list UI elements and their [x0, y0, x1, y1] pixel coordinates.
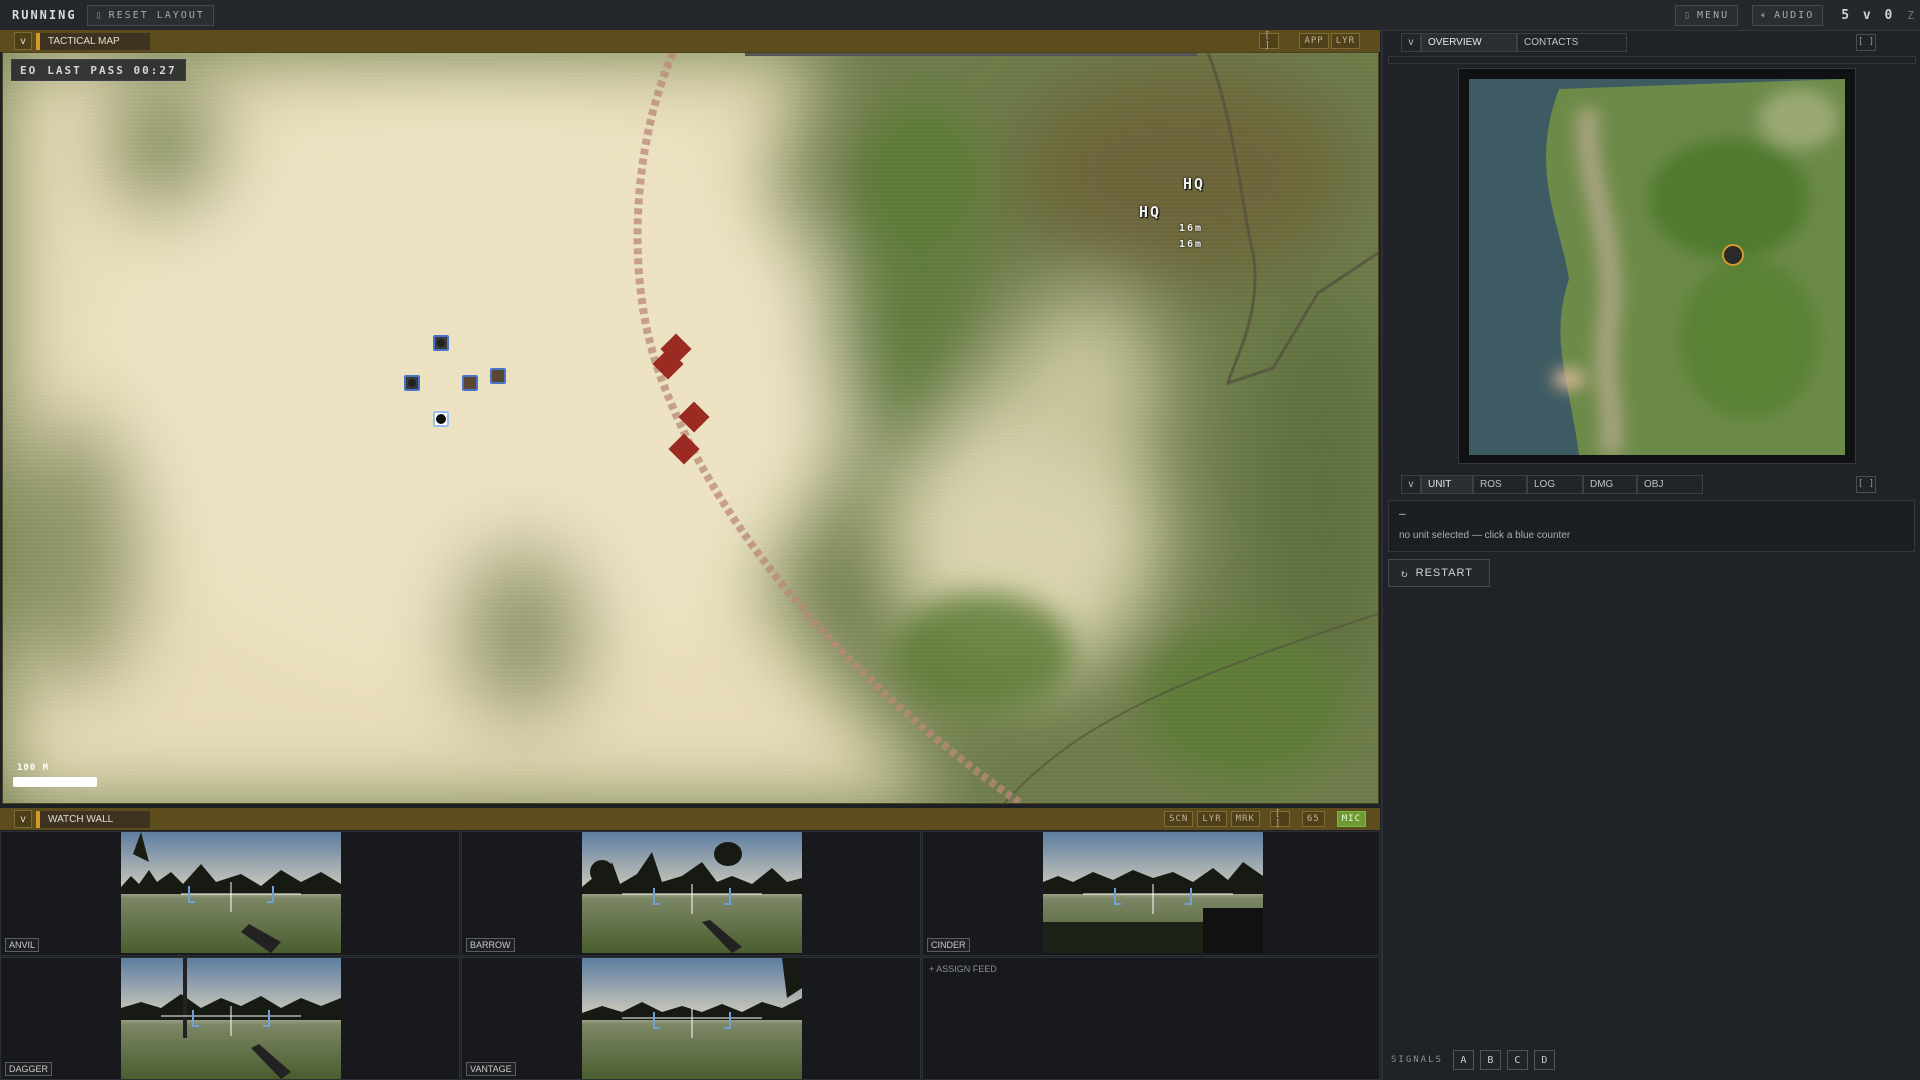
sixty-five-button[interactable]: 65	[1301, 811, 1325, 827]
watch-wall-header: v WATCH WALL SCN LYR MRK [ ] 65 MIC	[0, 808, 1380, 830]
tab-log[interactable]: LOG	[1527, 474, 1583, 494]
app-button[interactable]: APP	[1299, 33, 1329, 49]
friendly-counter[interactable]	[462, 375, 478, 391]
signal-button-b[interactable]: B	[1479, 1050, 1501, 1070]
unit-panel-header: v UNIT ROS LOG DMG OBJ [ ]	[1386, 472, 1916, 496]
menu-icon: ▯	[1684, 9, 1693, 21]
unit-message: no unit selected — click a blue counter	[1399, 530, 1571, 541]
counter-dot	[437, 339, 445, 347]
tab-ros[interactable]: ROS	[1473, 474, 1527, 494]
watch-frame-button[interactable]: [ ]	[1269, 809, 1290, 829]
feed-label: CINDER	[927, 938, 970, 952]
counter-dot	[408, 379, 416, 387]
feed-label: VANTAGE	[466, 1062, 516, 1076]
signals-label: SIGNALS	[1391, 1055, 1443, 1065]
reset-layout-label: RESET LAYOUT	[108, 9, 205, 21]
audio-label: AUDIO	[1774, 9, 1815, 21]
tab-obj[interactable]: OBJ	[1637, 474, 1703, 494]
feed-tile[interactable]: VANTAGE	[461, 957, 921, 1080]
minimap[interactable]	[1458, 68, 1856, 464]
scale-bar	[13, 777, 97, 787]
tab-unit[interactable]: UNIT	[1421, 474, 1473, 494]
collapse-watch-wall-button[interactable]: v	[14, 810, 32, 828]
restart-label: RESTART	[1415, 567, 1473, 579]
unit-frame-button[interactable]: [ ]	[1856, 475, 1876, 493]
feed-view	[582, 832, 802, 953]
tactical-map-frame-button[interactable]: [ ]	[1259, 31, 1280, 51]
mic-button[interactable]: MIC	[1336, 811, 1366, 827]
collapse-tactical-map-button[interactable]: v	[14, 32, 32, 50]
reset-layout-button[interactable]: ▯ RESET LAYOUT	[86, 4, 214, 26]
tab-dmg[interactable]: DMG	[1583, 474, 1637, 494]
signals-bar: SIGNALS A B C D	[1391, 1050, 1555, 1070]
feed-label: ANVIL	[5, 938, 40, 952]
lyr-button[interactable]: LYR	[1197, 811, 1227, 827]
unit-dash: —	[1399, 507, 1406, 520]
last-pass-label: LAST PASS 00:27	[47, 63, 177, 77]
signal-button-c[interactable]: C	[1506, 1050, 1528, 1070]
menu-label: MENU	[1697, 9, 1730, 21]
unit-info-box: — no unit selected — click a blue counte…	[1388, 500, 1915, 552]
tactical-map-header: v TACTICAL MAP [ ] APP LYR	[0, 30, 1380, 52]
watch-wall-tab[interactable]: WATCH WALL	[36, 810, 150, 828]
friendly-counter[interactable]	[433, 335, 449, 351]
friendly-counter[interactable]	[490, 368, 506, 384]
scn-button[interactable]: SCN	[1164, 811, 1194, 827]
feed-tile[interactable]: BARROW	[461, 831, 921, 956]
score-readout: 5 v 0	[1841, 7, 1896, 23]
mrk-button[interactable]: MRK	[1230, 811, 1260, 827]
sim-status: RUNNING	[12, 8, 77, 22]
layout-icon: ▯	[95, 9, 104, 21]
feed-tile[interactable]: CINDER	[922, 831, 1380, 956]
signal-button-a[interactable]: A	[1452, 1050, 1474, 1070]
audio-button[interactable]: 🔈︎ AUDIO	[1752, 4, 1824, 26]
feed-tile[interactable]: ANVIL	[0, 831, 460, 956]
hq-label[interactable]: HQ	[1183, 175, 1205, 193]
overview-frame-button[interactable]: [ ]	[1856, 33, 1876, 51]
counter-dot	[436, 414, 446, 424]
collapse-overview-button[interactable]: v	[1401, 32, 1421, 52]
overview-strip	[1388, 56, 1916, 64]
tab-overview[interactable]: OVERVIEW	[1421, 32, 1517, 52]
feed-view	[1043, 832, 1263, 953]
friendly-counter[interactable]	[404, 375, 420, 391]
feed-view	[582, 958, 802, 1079]
lyr-button[interactable]: LYR	[1330, 33, 1360, 49]
restart-button[interactable]: ↻ RESTART	[1388, 559, 1490, 587]
overview-header: v OVERVIEW CONTACTS [ ]	[1386, 30, 1916, 54]
assign-feed-label[interactable]: + ASSIGN FEED	[929, 964, 997, 974]
eo-label: EO	[20, 63, 38, 77]
friendly-counter-selected[interactable]	[433, 411, 449, 427]
corner-label: Z	[1907, 8, 1914, 22]
restart-icon: ↻	[1401, 566, 1408, 580]
tab-contacts[interactable]: CONTACTS	[1517, 32, 1627, 52]
menu-button[interactable]: ▯ MENU	[1675, 4, 1739, 26]
top-bar: RUNNING ▯ RESET LAYOUT ▯ MENU 🔈︎ AUDIO 5…	[0, 0, 1920, 31]
scale-label: 100 M	[17, 763, 50, 773]
signal-button-d[interactable]: D	[1533, 1050, 1555, 1070]
tactical-map-tab[interactable]: TACTICAL MAP	[36, 32, 150, 50]
collapse-unit-button[interactable]: v	[1401, 474, 1421, 494]
minimap-terrain	[1469, 79, 1845, 455]
feed-view	[121, 958, 341, 1079]
eo-readout: EO LAST PASS 00:27	[11, 59, 186, 81]
viewport-marker[interactable]	[1722, 244, 1744, 266]
feed-tile[interactable]: DAGGER	[0, 957, 460, 1080]
feed-view	[121, 832, 341, 953]
tactical-map[interactable]: HQ HQ 16m 16m EO LAST PASS 00:27 100 M	[2, 52, 1379, 804]
feed-label: BARROW	[466, 938, 515, 952]
hq-label[interactable]: HQ	[1139, 203, 1161, 221]
assign-feed-slot[interactable]: + ASSIGN FEED	[922, 957, 1380, 1080]
range-label: 16m	[1179, 239, 1204, 250]
speaker-icon: 🔈︎	[1761, 9, 1770, 21]
feed-label: DAGGER	[5, 1062, 53, 1076]
range-label: 16m	[1179, 223, 1204, 234]
